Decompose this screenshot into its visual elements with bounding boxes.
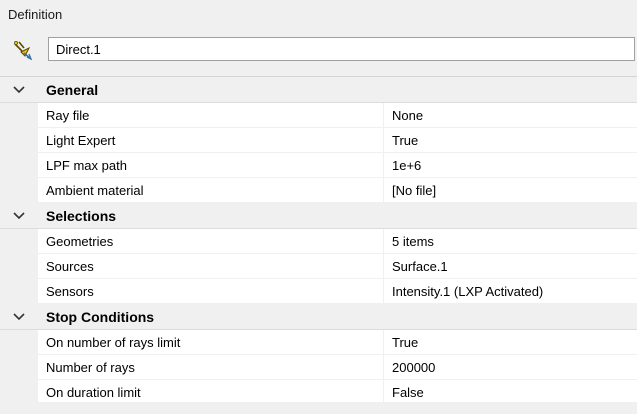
property-value[interactable]: None: [384, 103, 637, 128]
property-value[interactable]: True: [384, 128, 637, 153]
property-row[interactable]: Light Expert True: [0, 128, 637, 153]
property-value[interactable]: 5 items: [384, 229, 637, 254]
direct-simulation-icon: [12, 39, 34, 61]
property-grid: General Ray file None Light Expert True …: [0, 76, 637, 405]
property-value[interactable]: Surface.1: [384, 254, 637, 279]
property-row[interactable]: Number of rays 200000: [0, 355, 637, 380]
property-row[interactable]: Ambient material [No file]: [0, 178, 637, 203]
property-name: Ambient material: [38, 178, 384, 203]
definition-panel: Definition General Ray file None: [0, 0, 637, 414]
property-name: Geometries: [38, 229, 384, 254]
panel-title: Definition: [8, 7, 63, 22]
property-name: LPF max path: [38, 153, 384, 178]
category-label: Selections: [46, 207, 117, 224]
property-name: Ray file: [38, 103, 384, 128]
name-input[interactable]: [48, 37, 635, 61]
category-label: General: [46, 81, 99, 98]
chevron-down-icon[interactable]: [0, 304, 38, 329]
property-name: Light Expert: [38, 128, 384, 153]
property-value[interactable]: 200000: [384, 355, 637, 380]
category-selections[interactable]: Selections: [0, 203, 637, 229]
property-row[interactable]: On number of rays limit True: [0, 330, 637, 355]
property-value[interactable]: True: [384, 330, 637, 355]
property-value[interactable]: Intensity.1 (LXP Activated): [384, 279, 637, 304]
category-stop-conditions[interactable]: Stop Conditions: [0, 304, 637, 330]
property-row[interactable]: Ray file None: [0, 103, 637, 128]
property-row[interactable]: Geometries 5 items: [0, 229, 637, 254]
property-name: Sensors: [38, 279, 384, 304]
bottom-strip: [0, 402, 637, 414]
property-name: Number of rays: [38, 355, 384, 380]
category-label: Stop Conditions: [46, 308, 155, 325]
category-general[interactable]: General: [0, 77, 637, 103]
name-row: [0, 36, 637, 64]
property-value[interactable]: [No file]: [384, 178, 637, 203]
property-name: On number of rays limit: [38, 330, 384, 355]
property-row[interactable]: Sources Surface.1: [0, 254, 637, 279]
property-value[interactable]: 1e+6: [384, 153, 637, 178]
property-row[interactable]: LPF max path 1e+6: [0, 153, 637, 178]
chevron-down-icon[interactable]: [0, 77, 38, 102]
property-row[interactable]: Sensors Intensity.1 (LXP Activated): [0, 279, 637, 304]
property-name: Sources: [38, 254, 384, 279]
chevron-down-icon[interactable]: [0, 203, 38, 228]
